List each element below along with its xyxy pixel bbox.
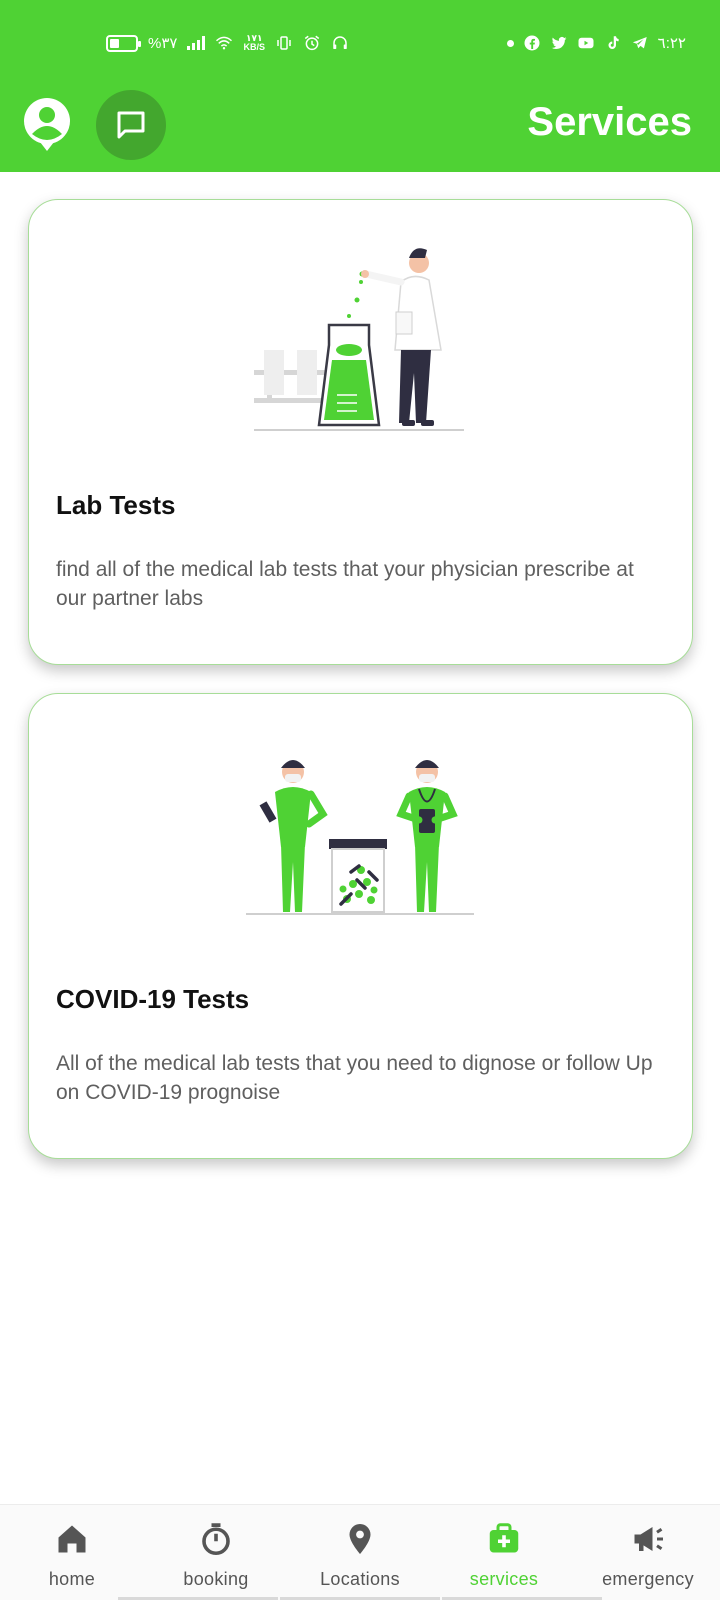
lab-tests-card[interactable]: Lab Tests find all of the medical lab te… bbox=[28, 199, 693, 665]
page-title: Services bbox=[527, 100, 692, 144]
account-circle-icon[interactable] bbox=[22, 96, 72, 152]
network-speed: ۱۷۱ KB/S bbox=[243, 33, 265, 52]
facebook-icon bbox=[524, 35, 540, 51]
nav-item-booking[interactable]: booking bbox=[144, 1519, 288, 1595]
headset-icon bbox=[333, 36, 347, 49]
youtube-icon bbox=[578, 37, 594, 49]
nav-item-home[interactable]: home bbox=[0, 1519, 144, 1595]
bottom-navigation: home booking Locations services emergenc… bbox=[0, 1504, 720, 1600]
card-description: All of the medical lab tests that you ne… bbox=[56, 1052, 653, 1104]
status-bar: %۳۷ ۱۷۱ KB/S ٦:٢٢ bbox=[0, 30, 720, 62]
chat-button[interactable] bbox=[96, 90, 166, 160]
tiktok-icon bbox=[608, 36, 619, 49]
card-description: find all of the medical lab tests that y… bbox=[56, 558, 634, 610]
telegram-icon bbox=[632, 37, 647, 49]
notification-dot bbox=[506, 39, 514, 47]
nav-label: Locations bbox=[320, 1569, 400, 1589]
covid-tests-card[interactable]: COVID-19 Tests All of the medical lab te… bbox=[28, 693, 693, 1159]
nav-label: booking bbox=[183, 1569, 249, 1589]
lab-scientist-illustration bbox=[254, 248, 464, 431]
battery-icon bbox=[106, 34, 141, 52]
signal-icon bbox=[187, 36, 206, 50]
nav-label: services bbox=[469, 1569, 539, 1589]
nurses-medicine-jar-illustration bbox=[246, 760, 474, 915]
vibrate-icon bbox=[277, 36, 291, 50]
wifi-icon bbox=[216, 36, 233, 50]
nav-label: home bbox=[48, 1569, 96, 1589]
timer-icon bbox=[202, 1523, 230, 1556]
home-icon bbox=[58, 1525, 86, 1553]
clock: ٦:٢٢ bbox=[657, 35, 686, 52]
battery-percent: %۳۷ bbox=[148, 35, 178, 52]
twitter-icon bbox=[551, 36, 567, 50]
medical-kit-icon bbox=[489, 1523, 519, 1553]
nav-label: emergency bbox=[602, 1569, 694, 1589]
nav-item-locations[interactable]: Locations bbox=[288, 1519, 432, 1595]
nav-item-emergency[interactable]: emergency bbox=[576, 1519, 720, 1595]
chat-bubble-icon bbox=[117, 111, 145, 139]
nav-item-services[interactable]: services bbox=[432, 1519, 576, 1595]
megaphone-icon bbox=[634, 1527, 663, 1551]
app-header: %۳۷ ۱۷۱ KB/S ٦:٢٢ Services bbox=[0, 0, 720, 172]
card-title: COVID-19 Tests bbox=[56, 984, 250, 1014]
location-pin-icon bbox=[349, 1524, 371, 1554]
alarm-icon bbox=[304, 35, 320, 51]
card-title: Lab Tests bbox=[56, 490, 176, 520]
